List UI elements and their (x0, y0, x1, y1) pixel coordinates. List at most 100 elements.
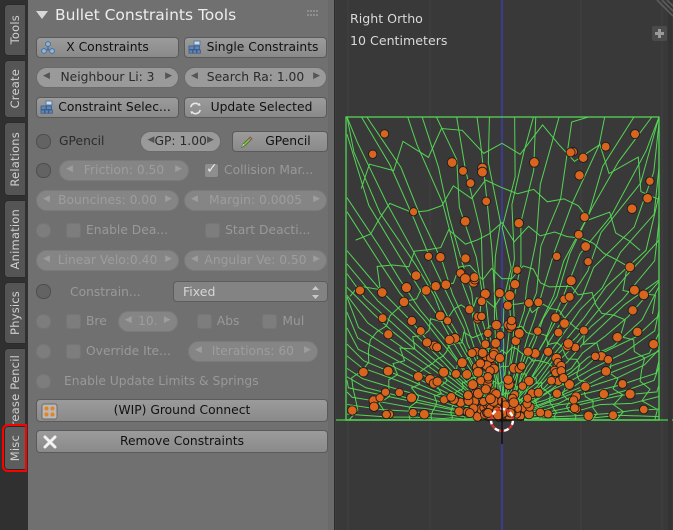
panel-scrollbar[interactable] (328, 0, 334, 530)
collision-margin-label: Collision Mar... (224, 163, 314, 177)
grid-dots-icon (41, 403, 58, 421)
row-gpencil: GPencil GP: 1.00 GPencil (36, 130, 328, 152)
row-bounciness-margin: Bouncines: 0.00 Margin: 0.0005 (36, 189, 328, 211)
breaking-value-label: 10. (138, 314, 158, 328)
multiplier-checkbox[interactable] (262, 313, 278, 329)
sidebar-tab-physics[interactable]: Physics (4, 282, 25, 344)
angular-velocity-field[interactable]: Angular Ve: 0.50 (184, 249, 327, 271)
enable-deactivation-label: Enable Dea... (86, 223, 169, 237)
breaking-checkbox[interactable] (66, 313, 81, 329)
constraint-type-toggle[interactable] (36, 284, 51, 299)
neighbour-limit-label: Neighbour Li: 3 (60, 70, 155, 84)
bounciness-field[interactable]: Bouncines: 0.00 (36, 189, 179, 211)
iterations-label: Iterations: 60 (211, 344, 294, 358)
viewport-edge-strip (668, 0, 672, 530)
sidebar-tab-label: Grease Pencil (8, 354, 22, 436)
friction-label: Friction: 0.50 (83, 163, 165, 177)
neighbour-limit-field[interactable]: Neighbour Li: 3 (36, 66, 179, 88)
bounciness-label: Bouncines: 0.00 (58, 193, 157, 207)
sidebar-tab-relations[interactable]: Relations (4, 122, 25, 196)
enable-update-limits-label: Enable Update Limits & Springs (64, 374, 259, 388)
enable-update-limits-toggle[interactable] (36, 373, 51, 389)
start-deactivated-label: Start Deacti... (225, 223, 311, 237)
deactivation-toggle[interactable] (36, 222, 51, 238)
sidebar-tab-animation[interactable]: Animation (4, 200, 25, 278)
gpencil-button[interactable]: GPencil (231, 130, 328, 152)
breaking-toggle[interactable] (36, 313, 51, 329)
panel-grip-icon[interactable] (307, 10, 318, 18)
multiplier-label: Mul (282, 314, 305, 328)
x-constraints-button[interactable]: X Constraints (36, 36, 179, 58)
panel-collapse-triangle-icon[interactable] (36, 11, 48, 19)
row-velocities: Linear Velo:0.40 Angular Ve: 0.50 (36, 249, 328, 271)
viewport-grid-scale: 10 Centimeters (350, 33, 448, 48)
gpencil-value-label: GP: 1.00 (154, 134, 207, 148)
area-corner-resize-icon[interactable] (643, 0, 673, 30)
friction-field[interactable]: Friction: 0.50 (59, 159, 189, 181)
row-neighbour-search: Neighbour Li: 3 Search Ra: 1.00 (36, 66, 328, 88)
override-iterations-checkbox[interactable] (66, 343, 81, 359)
panel-title: Bullet Constraints Tools (55, 6, 237, 24)
row-constraints-buttons: X Constraints Single Constraints (36, 36, 328, 58)
panel-header-bullet-constraints-tools[interactable]: Bullet Constraints Tools (28, 0, 335, 30)
sidebar-tab-label: Physics (8, 291, 22, 335)
viewport-canvas (336, 0, 673, 530)
sidebar-tab-create[interactable]: Create (4, 60, 25, 118)
brick-wall-icon (40, 100, 56, 117)
gpencil-label: GPencil (59, 134, 105, 148)
angular-velocity-label: Angular Ve: 0.50 (204, 253, 307, 267)
gpencil-toggle[interactable] (36, 133, 51, 149)
override-iterations-label: Override Ite... (86, 344, 171, 358)
ground-connect-label: (WIP) Ground Connect (113, 403, 251, 417)
absolute-checkbox[interactable] (196, 313, 212, 329)
search-radius-field[interactable]: Search Ra: 1.00 (184, 66, 327, 88)
search-radius-label: Search Ra: 1.00 (206, 70, 305, 84)
row-remove-constraints: Remove Constraints (36, 429, 328, 453)
linear-velocity-label: Linear Velo:0.40 (57, 253, 158, 267)
constraint-type-dropdown[interactable]: Fixed (173, 281, 328, 302)
x-constraints-label: X Constraints (66, 40, 149, 54)
viewport-view-name: Right Ortho (350, 11, 423, 26)
single-constraints-button[interactable]: Single Constraints (184, 36, 327, 58)
sidebar-tab-tools[interactable]: Tools (4, 4, 25, 56)
close-x-icon (42, 434, 58, 452)
sidebar-tab-label: Misc (8, 434, 22, 462)
row-select-update: Constraint Selec... Update Selected (36, 96, 328, 118)
breaking-value-field[interactable]: 10. (117, 310, 178, 332)
breaking-label: Bre (86, 314, 107, 328)
margin-field[interactable]: Margin: 0.0005 (184, 189, 327, 211)
row-override-iterations: Override Ite... Iterations: 60 (36, 340, 328, 362)
absolute-label: Abs (216, 314, 240, 328)
refresh-icon (188, 101, 203, 117)
friction-toggle[interactable] (36, 162, 51, 178)
constraint-type-label: Constrain... (70, 284, 141, 299)
chevron-updown-icon (311, 285, 320, 303)
sidebar-tab-label: Relations (8, 131, 22, 187)
row-breaking: Bre 10. Abs Mul (36, 310, 328, 332)
margin-label: Margin: 0.0005 (208, 193, 303, 207)
enable-deactivation-checkbox[interactable] (66, 222, 81, 238)
brick-wall-icon (188, 40, 204, 57)
3d-viewport[interactable]: Right Ortho 10 Centimeters (336, 0, 673, 530)
collision-margin-checkbox[interactable] (204, 161, 219, 178)
constraint-node-icon (40, 40, 56, 57)
row-enable-update-limits: Enable Update Limits & Springs (36, 370, 328, 392)
sidebar-tab-label: Animation (8, 208, 22, 270)
pencil-icon (238, 135, 255, 151)
linear-velocity-field[interactable]: Linear Velo:0.40 (36, 249, 179, 271)
update-selected-label: Update Selected (210, 100, 313, 114)
gpencil-value-field[interactable]: GP: 1.00 (140, 130, 221, 152)
override-iterations-toggle[interactable] (36, 343, 51, 359)
start-deactivated-checkbox[interactable] (205, 222, 221, 238)
vertical-tab-strip: Tools Create Relations Animation Physics Grea… (0, 0, 28, 530)
sidebar-tab-label: Tools (8, 15, 22, 45)
iterations-field[interactable]: Iterations: 60 (187, 340, 318, 362)
ground-connect-button[interactable]: (WIP) Ground Connect (36, 398, 328, 422)
row-ground-connect: (WIP) Ground Connect (36, 398, 328, 422)
row-friction-collision: Friction: 0.50 Collision Mar... (36, 159, 328, 181)
remove-constraints-button[interactable]: Remove Constraints (36, 429, 328, 453)
sidebar-tab-misc[interactable]: Misc (2, 424, 27, 472)
update-selected-button[interactable]: Update Selected (184, 96, 327, 118)
constraint-select-button[interactable]: Constraint Selec... (36, 96, 179, 118)
constraint-type-value: Fixed (183, 284, 216, 299)
